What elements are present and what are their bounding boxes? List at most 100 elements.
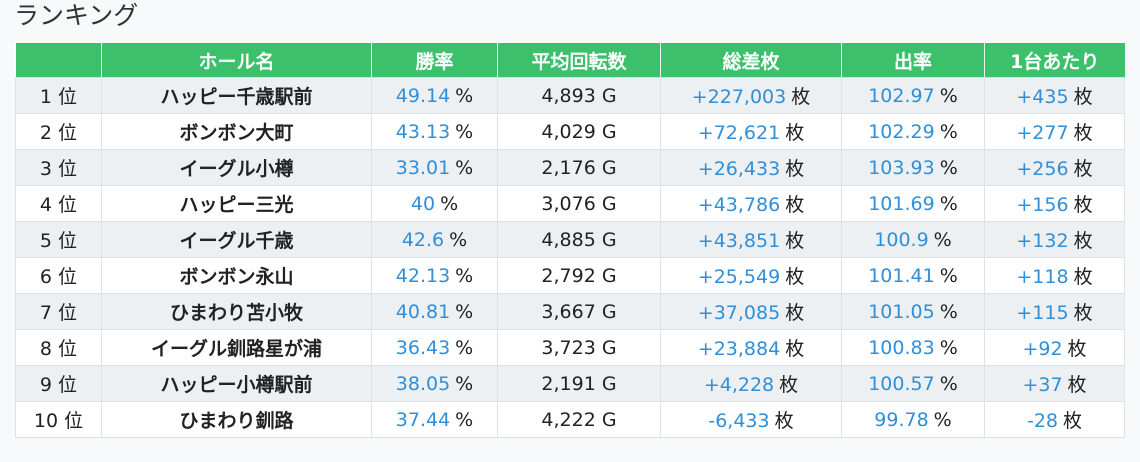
avg-spins-cell: 4,222 G <box>497 401 661 438</box>
payout-unit: % <box>939 120 958 143</box>
win-rate-value: 40.81 <box>395 300 451 323</box>
win-rate-value: 38.05 <box>395 372 451 395</box>
win-rate-unit: % <box>455 300 474 323</box>
payout-cell: 102.29% <box>841 113 985 150</box>
rank-label: 3 位 <box>39 158 78 180</box>
hall-name-cell[interactable]: イーグル小樽 <box>101 149 372 186</box>
hall-name-cell[interactable]: ハッピー三光 <box>101 185 372 222</box>
avg-spins-value: 2,191 G <box>541 372 617 395</box>
total-diff-cell: +37,085 枚 <box>660 293 842 330</box>
hall-name-link[interactable]: ひまわり苫小牧 <box>170 302 303 324</box>
table-row: 4 位ハッピー三光 40% 3,076 G +43,786 枚 101.69% +156 枚 <box>15 185 1125 222</box>
avg-spins-cell: 3,667 G <box>497 293 661 330</box>
total-diff-cell: +43,786 枚 <box>660 185 842 222</box>
col-header-per-machine[interactable]: 1台あたり <box>984 43 1125 78</box>
per-machine-value: +156 <box>1016 194 1069 216</box>
win-rate-cell: 38.05% <box>371 365 498 402</box>
payout-cell: 101.05% <box>841 293 985 330</box>
win-rate-cell: 40.81% <box>371 293 498 330</box>
payout-cell: 100.9% <box>841 221 985 258</box>
hall-name-cell[interactable]: イーグル千歳 <box>101 221 372 258</box>
hall-name-link[interactable]: ハッピー小樽駅前 <box>160 374 312 396</box>
rank-label: 2 位 <box>39 122 78 144</box>
avg-spins-cell: 4,893 G <box>497 77 661 114</box>
hall-name-cell[interactable]: イーグル釧路星が浦 <box>101 329 372 366</box>
total-diff-unit: 枚 <box>779 374 799 396</box>
hall-name-link[interactable]: イーグル千歳 <box>179 230 293 252</box>
rank-cell: 7 位 <box>15 293 102 330</box>
win-rate-unit: % <box>455 372 474 395</box>
per-machine-cell: +132 枚 <box>984 221 1125 258</box>
rank-label: 5 位 <box>39 230 78 252</box>
per-machine-unit: 枚 <box>1073 194 1093 216</box>
win-rate-unit: % <box>455 84 474 107</box>
rank-label: 10 位 <box>33 410 84 432</box>
per-machine-cell: +156 枚 <box>984 185 1125 222</box>
hall-name-link[interactable]: ハッピー千歳駅前 <box>160 86 312 108</box>
payout-value: 99.78 <box>874 408 929 431</box>
total-diff-unit: 枚 <box>785 302 805 324</box>
per-machine-value: +115 <box>1016 302 1069 324</box>
payout-unit: % <box>933 228 952 251</box>
total-diff-unit: 枚 <box>791 86 811 108</box>
total-diff-unit: 枚 <box>785 194 805 216</box>
avg-spins-value: 4,029 G <box>541 120 617 143</box>
table-row: 5 位イーグル千歳 42.6% 4,885 G +43,851 枚 100.9% +132 枚 <box>15 221 1125 258</box>
hall-name-cell[interactable]: ボンボン大町 <box>101 113 372 150</box>
hall-name-cell[interactable]: ひまわり釧路 <box>101 401 372 438</box>
per-machine-cell: +115 枚 <box>984 293 1125 330</box>
win-rate-unit: % <box>455 264 474 287</box>
win-rate-value: 42.13 <box>395 264 451 287</box>
payout-value: 101.05 <box>868 300 935 323</box>
win-rate-unit: % <box>455 120 474 143</box>
win-rate-unit: % <box>440 192 459 215</box>
avg-spins-value: 4,222 G <box>541 408 617 431</box>
per-machine-value: +132 <box>1016 230 1069 252</box>
total-diff-cell: +26,433 枚 <box>660 149 842 186</box>
rank-cell: 2 位 <box>15 113 102 150</box>
col-header-hall-name[interactable]: ホール名 <box>101 43 372 78</box>
hall-name-cell[interactable]: ひまわり苫小牧 <box>101 293 372 330</box>
total-diff-value: +227,003 <box>691 86 787 108</box>
per-machine-unit: 枚 <box>1067 338 1087 360</box>
win-rate-value: 40 <box>410 192 436 215</box>
payout-value: 102.29 <box>868 120 935 143</box>
win-rate-cell: 33.01% <box>371 149 498 186</box>
per-machine-unit: 枚 <box>1073 302 1093 324</box>
avg-spins-value: 3,076 G <box>541 192 617 215</box>
rank-label: 6 位 <box>39 266 78 288</box>
total-diff-unit: 枚 <box>785 266 805 288</box>
hall-name-cell[interactable]: ハッピー小樽駅前 <box>101 365 372 402</box>
total-diff-unit: 枚 <box>785 338 805 360</box>
per-machine-value: +118 <box>1016 266 1069 288</box>
per-machine-value: +435 <box>1016 86 1069 108</box>
hall-name-link[interactable]: ハッピー三光 <box>179 194 293 216</box>
hall-name-link[interactable]: ひまわり釧路 <box>179 410 293 432</box>
per-machine-value: +277 <box>1016 122 1069 144</box>
avg-spins-cell: 3,723 G <box>497 329 661 366</box>
per-machine-value: +256 <box>1016 158 1069 180</box>
col-header-win-rate[interactable]: 勝率 <box>371 43 498 78</box>
payout-unit: % <box>939 264 958 287</box>
rank-cell: 9 位 <box>15 365 102 402</box>
col-header-total-diff[interactable]: 総差枚 <box>660 43 842 78</box>
hall-name-cell[interactable]: ハッピー千歳駅前 <box>101 77 372 114</box>
hall-name-link[interactable]: ボンボン永山 <box>179 266 293 288</box>
hall-name-link[interactable]: イーグル小樽 <box>179 158 293 180</box>
per-machine-cell: +435 枚 <box>984 77 1125 114</box>
per-machine-unit: 枚 <box>1067 374 1087 396</box>
table-row: 9 位ハッピー小樽駅前 38.05% 2,191 G +4,228 枚 100.57% +3… <box>15 365 1125 402</box>
win-rate-value: 37.44 <box>395 408 451 431</box>
per-machine-cell: +118 枚 <box>984 257 1125 294</box>
col-header-avg-spins[interactable]: 平均回転数 <box>497 43 661 78</box>
per-machine-cell: +277 枚 <box>984 113 1125 150</box>
hall-name-cell[interactable]: ボンボン永山 <box>101 257 372 294</box>
total-diff-cell: +23,884 枚 <box>660 329 842 366</box>
win-rate-cell: 40% <box>371 185 498 222</box>
hall-name-link[interactable]: ボンボン大町 <box>179 122 293 144</box>
rank-label: 1 位 <box>39 86 78 108</box>
hall-name-link[interactable]: イーグル釧路星が浦 <box>151 338 322 360</box>
col-header-payout[interactable]: 出率 <box>841 43 985 78</box>
payout-cell: 103.93% <box>841 149 985 186</box>
payout-cell: 101.41% <box>841 257 985 294</box>
